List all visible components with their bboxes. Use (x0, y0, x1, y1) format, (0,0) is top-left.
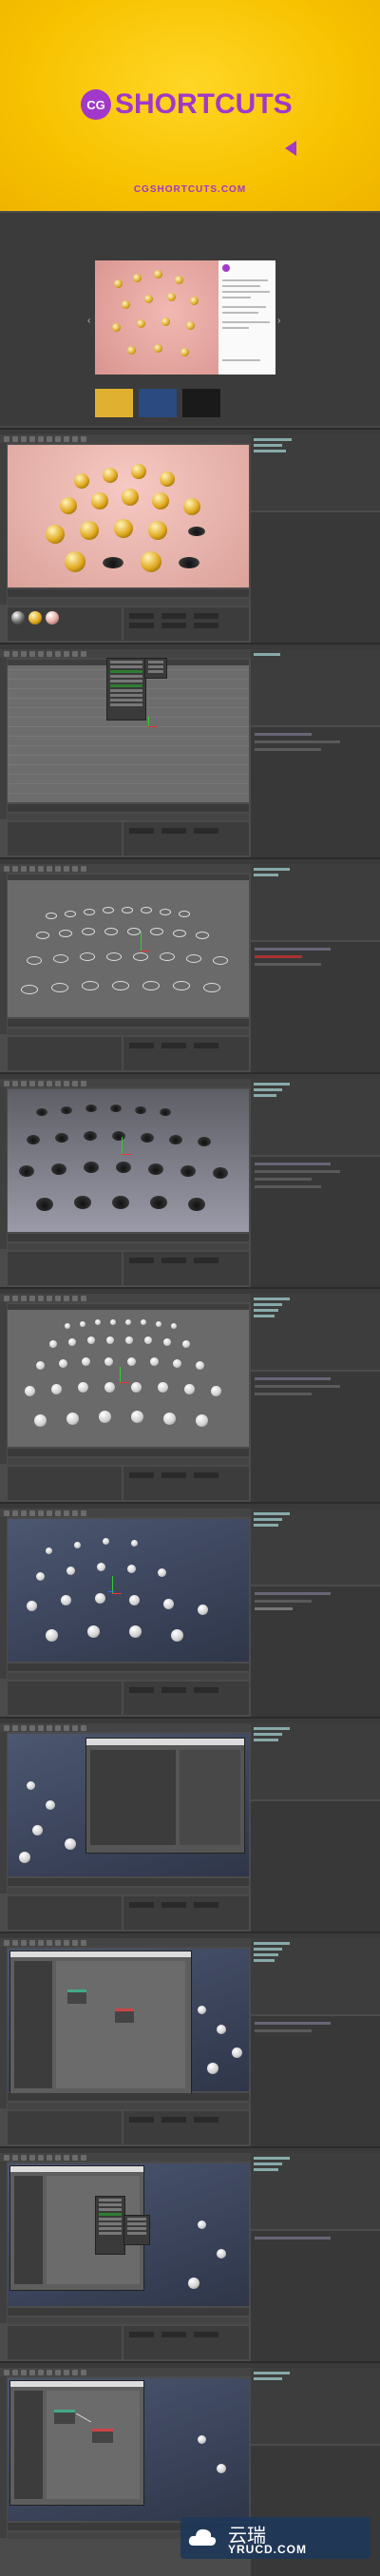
instagram-post-view: ‹ › (0, 213, 380, 426)
xpresso-editor-window[interactable] (10, 2380, 144, 2506)
next-arrow-icon[interactable]: › (277, 316, 280, 326)
coordinates-manager[interactable] (124, 607, 249, 641)
viewport[interactable] (8, 1304, 249, 1447)
context-menu[interactable] (95, 2196, 125, 2255)
attribute-manager[interactable] (251, 512, 380, 643)
screen-menu-open (0, 643, 380, 857)
viewport[interactable] (8, 445, 249, 587)
screen-extruded-holes (0, 1072, 380, 1287)
object-manager[interactable] (251, 434, 380, 510)
xpresso-editor-window[interactable] (10, 1951, 192, 2095)
viewport[interactable] (8, 875, 249, 1017)
screen-dialog-open (0, 1717, 380, 1932)
watermark-url: YRUCD.COM (228, 2543, 307, 2556)
prev-arrow-icon[interactable]: ‹ (87, 316, 90, 326)
screen-sphere-grid (0, 1287, 380, 1502)
create-menu[interactable] (106, 658, 146, 721)
left-tool-palette[interactable] (0, 443, 7, 605)
tutorial-screenshot-strip: CG SHORTCUTS CGSHORTCUTS.COM ‹ › 云瑞 YRUC… (0, 0, 380, 2576)
screen-spheres-in-holes (0, 1502, 380, 1717)
avatar (222, 264, 230, 272)
logo-wordmark: SHORTCUTS (115, 88, 293, 120)
watermark: 云瑞 YRUCD.COM (180, 2517, 370, 2559)
material-manager[interactable] (8, 607, 122, 641)
viewport[interactable] (8, 1519, 249, 1662)
hero-banner: CG SHORTCUTS CGSHORTCUTS.COM (0, 0, 380, 211)
cg-shortcuts-logo: CG SHORTCUTS (81, 87, 293, 122)
related-thumbnails (95, 389, 220, 417)
viewport[interactable] (8, 1089, 249, 1232)
post-image (95, 260, 218, 375)
create-submenu[interactable] (144, 658, 167, 679)
screen-xpresso-context-menu (0, 2146, 380, 2361)
site-url: CGSHORTCUTS.COM (133, 184, 247, 195)
play-arrow-icon (285, 141, 296, 156)
cloud-icon (188, 2528, 217, 2546)
screen-circle-array (0, 857, 380, 1072)
settings-dialog[interactable] (86, 1738, 245, 1854)
context-submenu[interactable] (124, 2215, 150, 2245)
post-sidebar (218, 260, 276, 375)
logo-badge: CG (81, 89, 111, 120)
screen-render-preview (0, 428, 380, 643)
screen-xpresso-editor (0, 1932, 380, 2146)
